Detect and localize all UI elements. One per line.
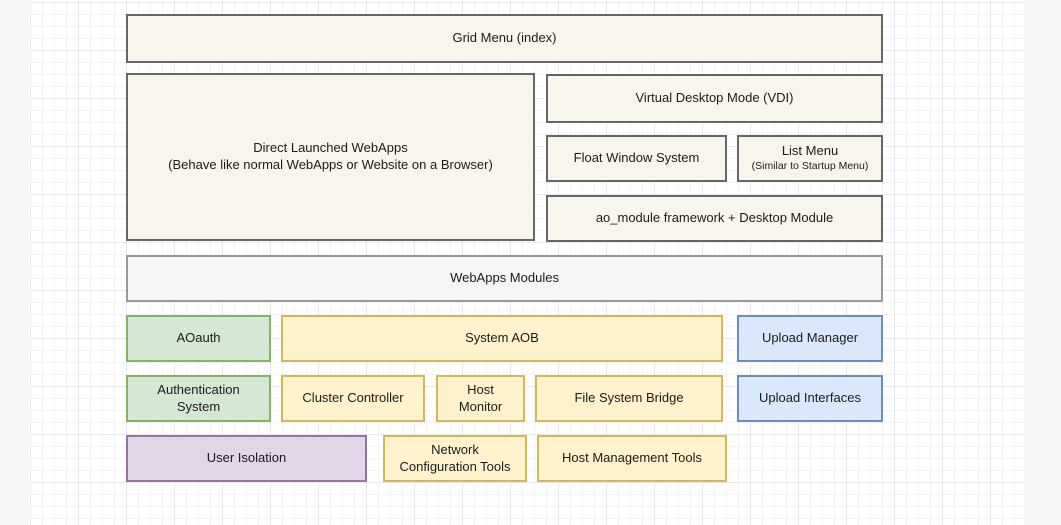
node-cluster-controller[interactable]: Cluster Controller [281,375,425,422]
node-virtual-desktop[interactable]: Virtual Desktop Mode (VDI) [546,74,883,123]
node-direct-webapps[interactable]: Direct Launched WebApps(Behave like norm… [126,73,535,241]
node-sublabel: (Similar to Startup Menu) [752,160,869,173]
node-aoauth[interactable]: AOauth [126,315,271,362]
node-label: List Menu [782,143,838,160]
drawio-page: Grid Menu (index) Direct Launched WebApps… [0,0,1061,525]
node-label: System AOB [465,330,539,347]
node-label: Network Configuration Tools [391,442,519,476]
node-ao-module[interactable]: ao_module framework + Desktop Module [546,195,883,242]
node-system-aob[interactable]: System AOB [281,315,723,362]
node-network-configuration-tools[interactable]: Network Configuration Tools [383,435,527,482]
node-label: Authentication System [134,382,263,416]
node-label: Grid Menu (index) [452,30,556,47]
node-label: ao_module framework + Desktop Module [596,210,833,227]
node-webapps-modules[interactable]: WebApps Modules [126,255,883,302]
node-sublabel: (Behave like normal WebApps or Website o… [168,157,493,174]
node-label: Upload Interfaces [759,390,861,407]
node-label: Virtual Desktop Mode (VDI) [636,90,794,107]
node-authentication-system[interactable]: Authentication System [126,375,271,422]
node-float-window[interactable]: Float Window System [546,135,727,182]
node-label: Direct Launched WebApps [253,140,407,157]
node-label: Host Management Tools [562,450,702,467]
node-file-system-bridge[interactable]: File System Bridge [535,375,723,422]
node-label: File System Bridge [574,390,683,407]
node-label: AOauth [176,330,220,347]
node-label: WebApps Modules [450,270,559,287]
node-upload-interfaces[interactable]: Upload Interfaces [737,375,883,422]
node-label: User Isolation [207,450,286,467]
node-label: Host Monitor [444,382,517,416]
node-grid-menu[interactable]: Grid Menu (index) [126,14,883,63]
node-user-isolation[interactable]: User Isolation [126,435,367,482]
node-label: Cluster Controller [302,390,403,407]
node-upload-manager[interactable]: Upload Manager [737,315,883,362]
node-label: Float Window System [574,150,700,167]
node-label: Upload Manager [762,330,858,347]
node-host-management-tools[interactable]: Host Management Tools [537,435,727,482]
node-host-monitor[interactable]: Host Monitor [436,375,525,422]
node-list-menu[interactable]: List Menu(Similar to Startup Menu) [737,135,883,182]
diagram-layer: Grid Menu (index) Direct Launched WebApps… [0,0,1061,525]
